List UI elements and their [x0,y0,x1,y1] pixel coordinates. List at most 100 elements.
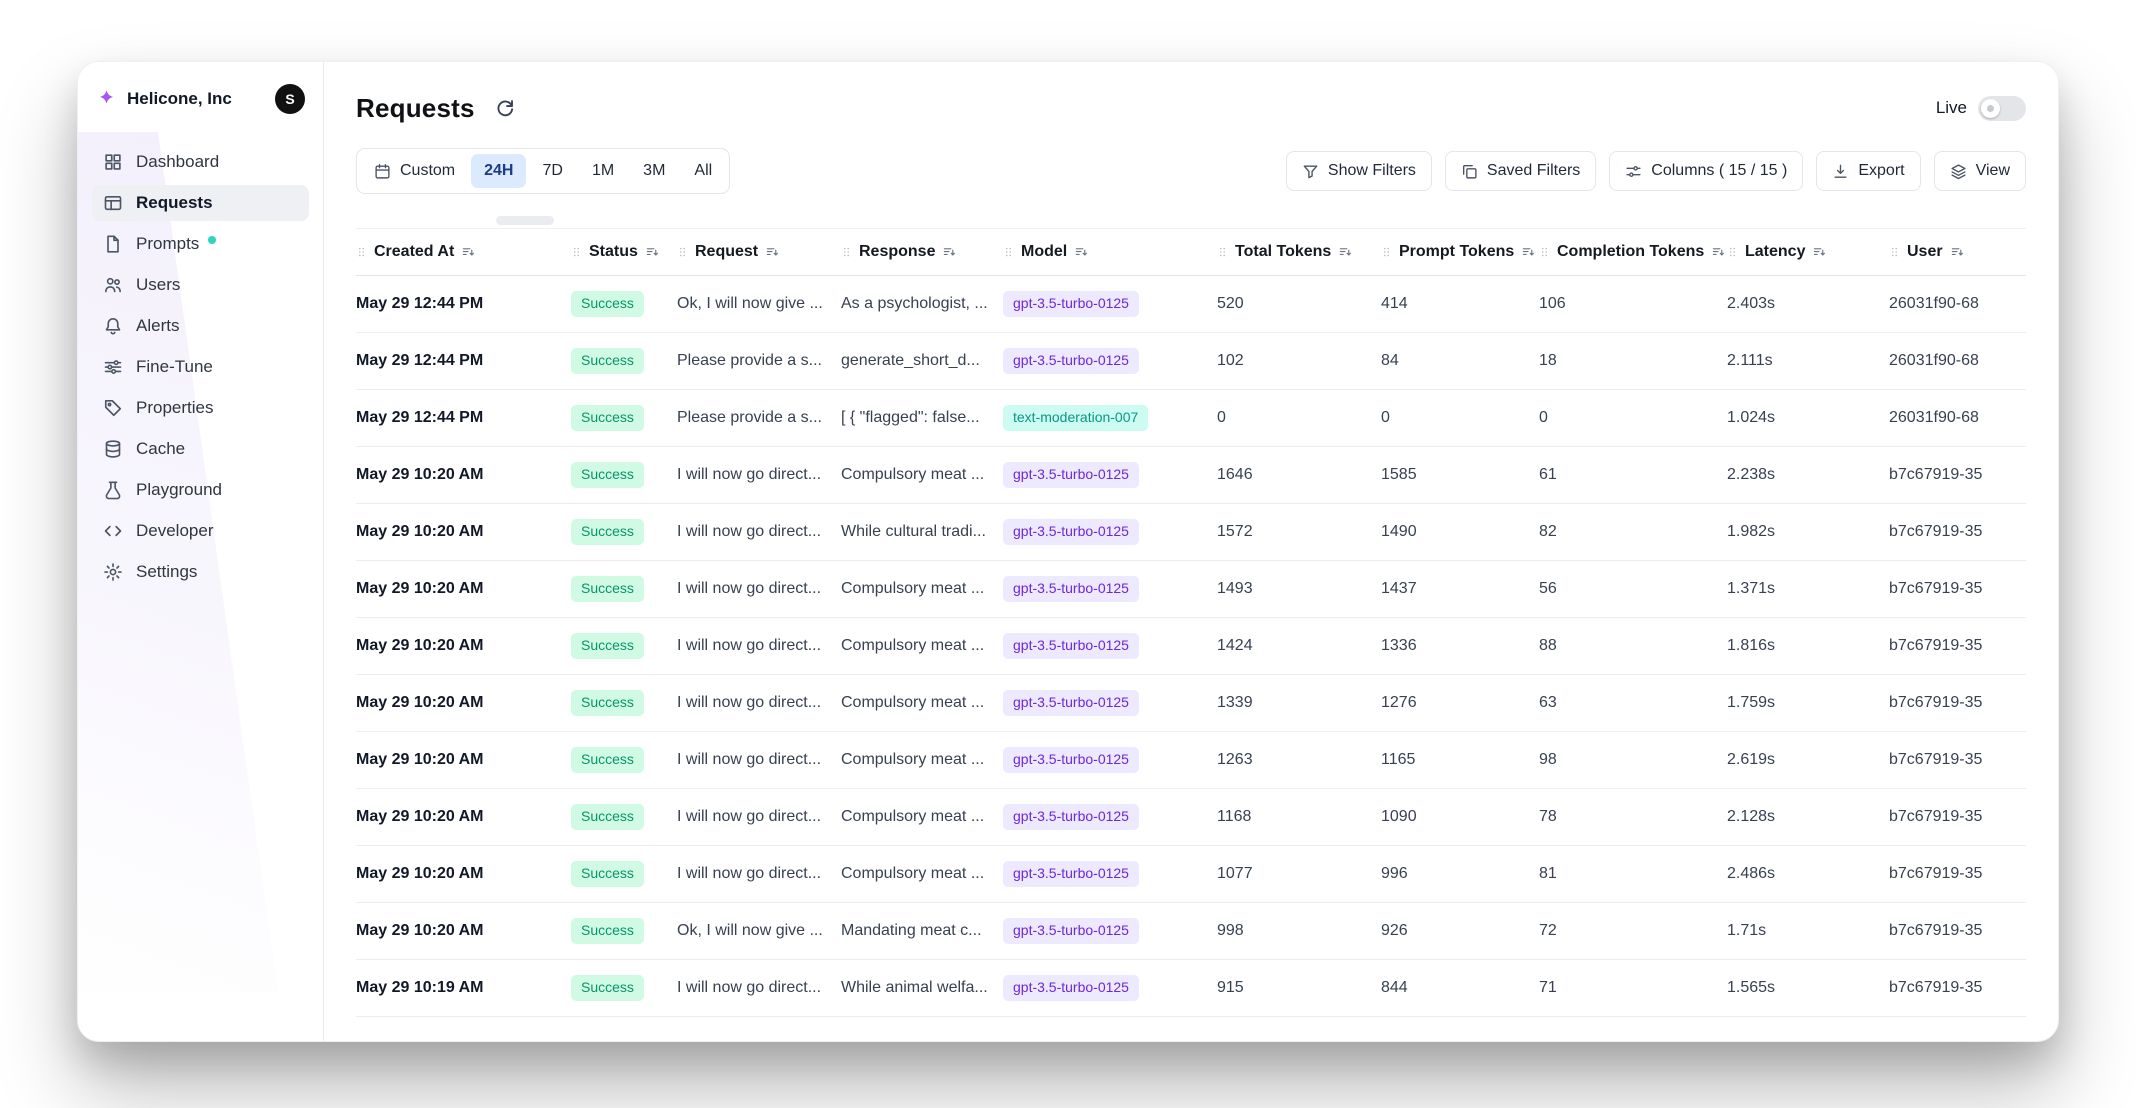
sidebar-item[interactable]: Dashboard [92,144,309,180]
drag-grip-icon[interactable] [841,245,852,259]
sidebar-item-label: Requests [136,193,213,213]
drag-grip-icon[interactable] [1727,245,1738,259]
sort-icon[interactable] [1074,245,1089,260]
table-row[interactable]: May 29 10:20 AM Success I will now go di… [356,618,2026,675]
column-header[interactable]: Latency [1727,243,1889,261]
created-at-cell: May 29 12:44 PM [356,352,571,370]
status-cell: Success [571,348,677,374]
drag-grip-icon[interactable] [356,245,367,259]
toolbar-button[interactable]: Show Filters [1286,151,1432,191]
sidebar-item[interactable]: Alerts [92,308,309,344]
column-header[interactable]: Request [677,243,841,261]
horizontal-scrollbar-thumb[interactable] [496,216,554,225]
table-row[interactable]: May 29 12:44 PM Success Please provide a… [356,333,2026,390]
toolbar-button[interactable]: Export [1816,151,1920,191]
column-header-label: Total Tokens [1235,243,1331,261]
page-title: Requests [356,93,475,124]
refresh-button[interactable] [491,94,519,122]
sidebar-item[interactable]: Prompts [92,226,309,262]
toolbar-button[interactable]: Saved Filters [1445,151,1596,191]
table-row[interactable]: May 29 10:20 AM Success I will now go di… [356,447,2026,504]
column-header[interactable]: Prompt Tokens [1381,243,1539,261]
sidebar-item[interactable]: Cache [92,431,309,467]
org-switcher[interactable]: Helicone, Inc S [78,80,323,118]
range-button[interactable]: 7D [529,154,575,188]
sort-icon[interactable] [1521,245,1536,260]
table-row[interactable]: May 29 10:20 AM Success I will now go di… [356,789,2026,846]
model-cell: gpt-3.5-turbo-0125 [1003,519,1217,545]
table-row[interactable]: May 29 12:44 PM Success Please provide a… [356,390,2026,447]
table-row[interactable]: May 29 10:20 AM Success I will now go di… [356,846,2026,903]
column-header[interactable]: Total Tokens [1217,243,1381,261]
response-cell: Compulsory meat ... [841,637,1003,655]
drag-grip-icon[interactable] [677,245,688,259]
column-header[interactable]: Created At [356,243,571,261]
range-button[interactable]: All [681,154,725,188]
sort-icon[interactable] [461,245,476,260]
dashboard-icon [103,152,123,172]
sort-icon[interactable] [942,245,957,260]
status-badge: Success [571,519,644,545]
prompt-tokens-cell: 1165 [1381,751,1539,769]
drag-grip-icon[interactable] [1217,245,1228,259]
created-at-cell: May 29 10:20 AM [356,466,571,484]
column-header[interactable]: Completion Tokens [1539,243,1727,261]
status-cell: Success [571,462,677,488]
drag-grip-icon[interactable] [571,245,582,259]
drag-grip-icon[interactable] [1381,245,1392,259]
range-button[interactable]: 24H [471,154,526,188]
table-row[interactable]: May 29 10:19 AM Success I will now go di… [356,960,2026,1017]
column-header[interactable]: Status [571,243,677,261]
app-window: Helicone, Inc S Dashboard Requests Promp… [77,61,2059,1042]
created-at-cell: May 29 10:20 AM [356,523,571,541]
drag-grip-icon[interactable] [1889,245,1900,259]
user-cell: 26031f90-68 [1889,409,2026,427]
sidebar-item[interactable]: Playground [92,472,309,508]
response-cell: Compulsory meat ... [841,808,1003,826]
model-badge: gpt-3.5-turbo-0125 [1003,633,1139,659]
sort-icon[interactable] [1711,245,1726,260]
table-row[interactable]: May 29 10:20 AM Success I will now go di… [356,504,2026,561]
request-cell: I will now go direct... [677,751,841,769]
total-tokens-cell: 1424 [1217,637,1381,655]
sort-icon[interactable] [1950,245,1965,260]
sidebar: Helicone, Inc S Dashboard Requests Promp… [78,62,324,1041]
model-cell: gpt-3.5-turbo-0125 [1003,918,1217,944]
table-row[interactable]: May 29 10:20 AM Success I will now go di… [356,561,2026,618]
sidebar-item[interactable]: Properties [92,390,309,426]
toolbar-button[interactable]: View [1934,151,2026,191]
drag-grip-icon[interactable] [1539,245,1550,259]
column-header[interactable]: User [1889,243,2026,261]
sidebar-item[interactable]: Requests [92,185,309,221]
column-header[interactable]: Response [841,243,1003,261]
sidebar-item[interactable]: Settings [92,554,309,590]
user-cell: b7c67919-35 [1889,979,2026,997]
developer-icon [103,521,123,541]
drag-grip-icon[interactable] [1003,245,1014,259]
avatar[interactable]: S [275,84,305,114]
column-header[interactable]: Model [1003,243,1217,261]
table-row[interactable]: May 29 10:20 AM Success I will now go di… [356,675,2026,732]
range-button[interactable]: 1M [579,154,627,188]
custom-date-button[interactable]: Custom [361,162,468,180]
table-row[interactable]: May 29 12:44 PM Success Ok, I will now g… [356,276,2026,333]
alerts-icon [103,316,123,336]
request-cell: I will now go direct... [677,979,841,997]
model-cell: gpt-3.5-turbo-0125 [1003,576,1217,602]
sort-icon[interactable] [645,245,660,260]
request-cell: I will now go direct... [677,466,841,484]
toolbar-button[interactable]: Columns ( 15 / 15 ) [1609,151,1803,191]
completion-tokens-cell: 78 [1539,808,1727,826]
sidebar-item[interactable]: Users [92,267,309,303]
sidebar-item-label: Dashboard [136,152,219,172]
sidebar-item[interactable]: Fine-Tune [92,349,309,385]
sort-icon[interactable] [765,245,780,260]
sidebar-item[interactable]: Developer [92,513,309,549]
sort-icon[interactable] [1338,245,1353,260]
table-row[interactable]: May 29 10:20 AM Success I will now go di… [356,732,2026,789]
table-row[interactable]: May 29 10:20 AM Success Ok, I will now g… [356,903,2026,960]
live-toggle[interactable] [1978,96,2026,121]
sort-icon[interactable] [1812,245,1827,260]
range-button[interactable]: 3M [630,154,678,188]
model-cell: gpt-3.5-turbo-0125 [1003,747,1217,773]
